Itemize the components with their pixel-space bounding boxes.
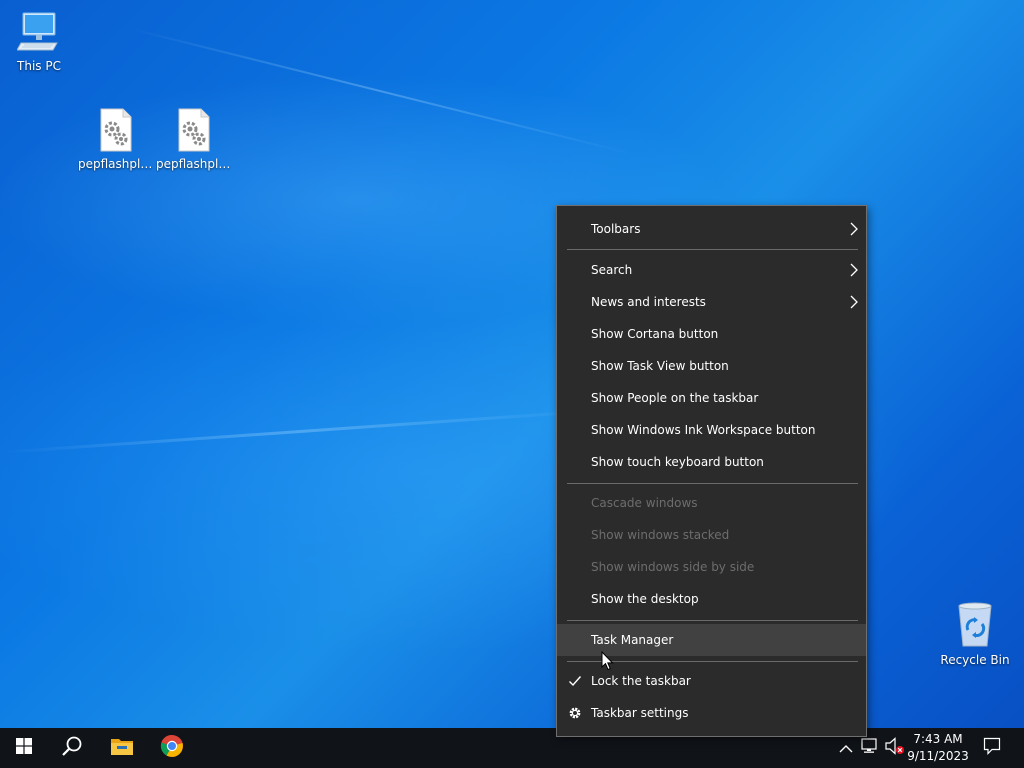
show-hidden-icons-button[interactable] xyxy=(836,739,856,757)
menu-item-search[interactable]: Search xyxy=(557,254,866,286)
settings-file-icon xyxy=(78,108,154,155)
notifications-button[interactable] xyxy=(981,737,1003,759)
taskbar-clock[interactable]: 7:43 AM 9/11/2023 xyxy=(902,731,974,765)
menu-item-label: Search xyxy=(591,263,633,277)
clock-date: 9/11/2023 xyxy=(907,749,969,763)
menu-item-show-windows-side-by-side: Show windows side by side xyxy=(557,551,866,583)
gear-icon xyxy=(568,706,582,723)
checkmark-icon xyxy=(568,674,582,691)
menu-item-label: Show Cortana button xyxy=(591,327,719,341)
menu-item-taskbar-settings[interactable]: Taskbar settings xyxy=(557,697,866,729)
settings-file-icon xyxy=(156,108,232,155)
menu-item-label: News and interests xyxy=(591,295,706,309)
menu-item-toolbars[interactable]: Toolbars xyxy=(557,213,866,245)
menu-item-show-cortana-button[interactable]: Show Cortana button xyxy=(557,318,866,350)
menu-item-show-touch-keyboard[interactable]: Show touch keyboard button xyxy=(557,446,866,478)
chevron-up-icon xyxy=(839,739,853,758)
desktop[interactable]: This PC pepflashpla... pepflashpla... Re… xyxy=(0,0,1024,728)
clock-time: 7:43 AM xyxy=(913,732,963,746)
desktop-icon-label: pepflashpla... xyxy=(78,157,154,171)
menu-item-show-ink-workspace[interactable]: Show Windows Ink Workspace button xyxy=(557,414,866,446)
menu-item-news-and-interests[interactable]: News and interests xyxy=(557,286,866,318)
menu-item-label: Show the desktop xyxy=(591,592,699,606)
network-tray-button[interactable] xyxy=(860,738,880,758)
desktop-icon-label: pepflashpla... xyxy=(156,157,232,171)
folder-icon xyxy=(110,736,134,760)
menu-item-cascade-windows: Cascade windows xyxy=(557,487,866,519)
desktop-icon-label: This PC xyxy=(17,59,61,73)
desktop-icon-pepflash-file[interactable]: pepflashpla... xyxy=(156,108,232,172)
menu-item-label: Show windows side by side xyxy=(591,560,755,574)
menu-item-label: Task Manager xyxy=(591,633,674,647)
taskbar-app-google-chrome[interactable] xyxy=(148,728,196,768)
menu-item-label: Lock the taskbar xyxy=(591,674,691,688)
desktop-icon-this-pc[interactable]: This PC xyxy=(1,10,77,74)
start-button[interactable] xyxy=(0,728,48,768)
computer-icon xyxy=(1,10,77,57)
menu-item-label: Show touch keyboard button xyxy=(591,455,764,469)
menu-separator xyxy=(567,249,858,250)
recycle-bin-icon xyxy=(937,602,1013,651)
chevron-right-icon xyxy=(850,263,858,280)
menu-item-label: Show windows stacked xyxy=(591,528,730,542)
menu-item-label: Toolbars xyxy=(591,222,641,236)
chrome-icon xyxy=(160,734,184,762)
chevron-right-icon xyxy=(850,222,858,239)
search-button[interactable] xyxy=(48,728,96,768)
menu-item-label: Show Windows Ink Workspace button xyxy=(591,423,816,437)
menu-item-show-people[interactable]: Show People on the taskbar xyxy=(557,382,866,414)
menu-item-show-windows-stacked: Show windows stacked xyxy=(557,519,866,551)
menu-item-label: Show People on the taskbar xyxy=(591,391,759,405)
menu-item-label: Taskbar settings xyxy=(591,706,689,720)
network-icon xyxy=(861,738,879,758)
desktop-icon-pepflash-file[interactable]: pepflashpla... xyxy=(78,108,154,172)
taskbar-app-file-explorer[interactable] xyxy=(98,728,146,768)
menu-item-label: Show Task View button xyxy=(591,359,729,373)
desktop-icon-label: Recycle Bin xyxy=(940,653,1010,667)
menu-item-show-the-desktop[interactable]: Show the desktop xyxy=(557,583,866,615)
menu-item-label: Cascade windows xyxy=(591,496,698,510)
notification-icon xyxy=(983,737,1001,759)
menu-separator xyxy=(567,483,858,484)
desktop-icon-recycle-bin[interactable]: Recycle Bin xyxy=(937,602,1013,668)
search-icon xyxy=(61,735,83,761)
wallpaper-light-beam xyxy=(0,409,600,454)
menu-item-show-task-view-button[interactable]: Show Task View button xyxy=(557,350,866,382)
windows-logo-icon xyxy=(16,738,32,758)
mouse-cursor-icon xyxy=(601,650,614,675)
chevron-right-icon xyxy=(850,295,858,312)
taskbar[interactable]: 7:43 AM 9/11/2023 xyxy=(0,728,1024,768)
menu-separator xyxy=(567,620,858,621)
